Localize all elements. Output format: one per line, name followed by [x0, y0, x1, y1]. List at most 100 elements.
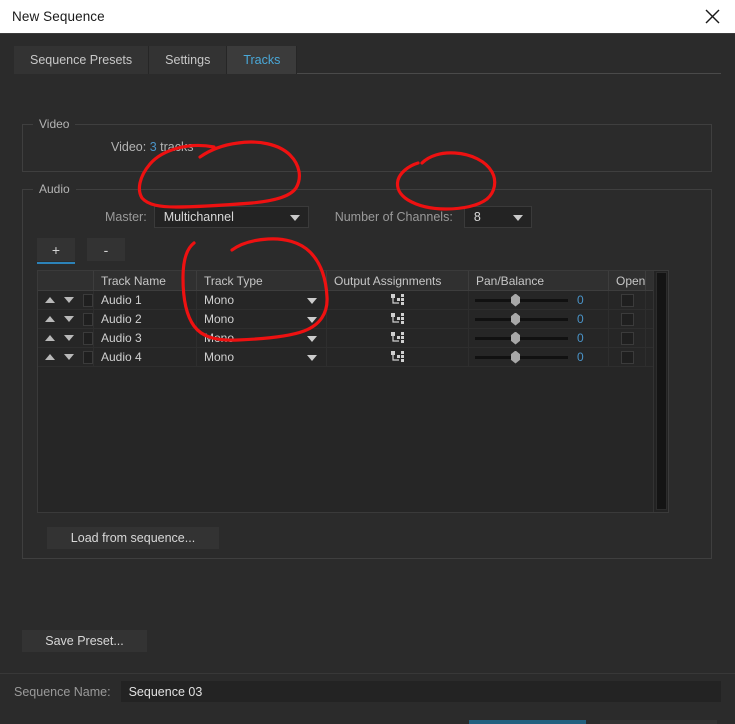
- tab-settings[interactable]: Settings: [149, 46, 228, 74]
- remove-track-button[interactable]: -: [87, 238, 125, 261]
- move-down-icon[interactable]: [64, 335, 74, 341]
- number-of-channels-dropdown[interactable]: 8: [463, 206, 532, 228]
- number-of-channels-label: Number of Channels:: [334, 210, 453, 224]
- cell-output-assignments[interactable]: [327, 328, 469, 348]
- close-button[interactable]: [689, 0, 735, 33]
- row-checkbox[interactable]: [83, 312, 93, 326]
- cell-open[interactable]: [609, 309, 646, 329]
- cell-track-name[interactable]: Audio 3: [94, 328, 197, 348]
- routing-icon: [390, 350, 404, 362]
- cancel-button[interactable]: Cancel: [600, 720, 717, 724]
- table-row[interactable]: Audio 3 Mono 0: [38, 328, 653, 348]
- chevron-down-icon: [307, 355, 317, 361]
- pan-slider-thumb[interactable]: [511, 350, 520, 364]
- open-checkbox[interactable]: [620, 350, 634, 364]
- move-up-icon[interactable]: [45, 335, 55, 341]
- routing-icon: [390, 293, 404, 305]
- move-down-icon[interactable]: [64, 297, 74, 303]
- video-tracks-label: Video:: [111, 140, 147, 154]
- cell-track-name[interactable]: Audio 1: [94, 290, 197, 310]
- sequence-name-input[interactable]: [120, 681, 721, 702]
- master-label: Master:: [105, 210, 147, 224]
- cell-track-type[interactable]: Mono: [197, 328, 327, 348]
- tab-bar: Sequence Presets Settings Tracks: [14, 46, 721, 74]
- pan-slider-thumb[interactable]: [511, 293, 520, 307]
- column-header-track-name: Track Name: [94, 270, 197, 291]
- pan-slider-track: [475, 298, 568, 302]
- load-from-sequence-button[interactable]: Load from sequence...: [47, 527, 219, 549]
- cell-track-type-value: Mono: [204, 331, 235, 345]
- chevron-down-icon: [289, 215, 300, 221]
- routing-icon: [390, 312, 404, 324]
- cell-output-assignments[interactable]: [327, 309, 469, 329]
- cell-end: [646, 291, 653, 310]
- cell-open[interactable]: [609, 290, 646, 310]
- window-title: New Sequence: [12, 9, 105, 24]
- move-up-icon[interactable]: [45, 297, 55, 303]
- new-sequence-dialog: New Sequence Sequence Presets Settings T…: [0, 0, 735, 724]
- cell-output-assignments[interactable]: [327, 290, 469, 310]
- title-bar: New Sequence: [0, 0, 735, 33]
- ok-button[interactable]: OK: [469, 720, 586, 724]
- cell-pan-balance[interactable]: 0: [469, 328, 609, 348]
- pan-slider-track: [475, 317, 568, 321]
- move-up-icon[interactable]: [45, 316, 55, 322]
- cell-track-type-value: Mono: [204, 312, 235, 326]
- table-row[interactable]: Audio 4 Mono 0: [38, 347, 653, 367]
- row-controls: [38, 328, 94, 348]
- tab-tracks[interactable]: Tracks: [227, 46, 298, 74]
- row-controls: [38, 309, 94, 329]
- tab-sequence-presets[interactable]: Sequence Presets: [14, 46, 150, 74]
- move-down-icon[interactable]: [64, 316, 74, 322]
- table-row[interactable]: Audio 2 Mono 0: [38, 309, 653, 329]
- pan-slider-track: [475, 355, 568, 359]
- open-checkbox[interactable]: [620, 293, 634, 307]
- table-header-row: Track Name Track Type Output Assignments…: [38, 270, 653, 291]
- chevron-down-icon: [307, 336, 317, 342]
- pan-value[interactable]: 0: [577, 348, 584, 367]
- row-checkbox[interactable]: [83, 350, 93, 364]
- table-row[interactable]: Audio 1 Mono 0: [38, 290, 653, 310]
- video-group-legend: Video: [33, 117, 76, 131]
- save-preset-button[interactable]: Save Preset...: [22, 630, 147, 652]
- pan-value[interactable]: 0: [577, 329, 584, 348]
- move-down-icon[interactable]: [64, 354, 74, 360]
- dialog-body: Sequence Presets Settings Tracks Video V…: [0, 33, 735, 724]
- cell-end: [646, 329, 653, 348]
- video-tracks-row: Video: 3 tracks: [111, 140, 193, 154]
- open-checkbox[interactable]: [620, 312, 634, 326]
- cell-open[interactable]: [609, 328, 646, 348]
- cell-pan-balance[interactable]: 0: [469, 290, 609, 310]
- add-track-button[interactable]: +: [37, 238, 75, 264]
- column-header-output-assignments: Output Assignments: [327, 270, 469, 291]
- pan-value[interactable]: 0: [577, 310, 584, 329]
- column-header-controls: [38, 270, 94, 291]
- pan-value[interactable]: 0: [577, 291, 584, 310]
- row-checkbox[interactable]: [83, 331, 93, 345]
- cell-track-name[interactable]: Audio 2: [94, 309, 197, 329]
- cell-pan-balance[interactable]: 0: [469, 347, 609, 367]
- cell-track-type[interactable]: Mono: [197, 347, 327, 367]
- cell-track-type[interactable]: Mono: [197, 290, 327, 310]
- move-up-icon[interactable]: [45, 354, 55, 360]
- pan-slider-thumb[interactable]: [511, 312, 520, 326]
- close-icon: [705, 9, 719, 24]
- row-checkbox[interactable]: [83, 293, 93, 307]
- table-scrollbar-thumb[interactable]: [656, 272, 667, 510]
- dialog-footer: OK Cancel: [0, 709, 735, 724]
- cell-output-assignments[interactable]: [327, 347, 469, 367]
- table-scrollbar[interactable]: [653, 271, 668, 512]
- video-tracks-value[interactable]: 3: [150, 140, 157, 154]
- sequence-name-bar: Sequence Name:: [0, 673, 735, 709]
- cell-end: [646, 348, 653, 367]
- pan-slider-thumb[interactable]: [511, 331, 520, 345]
- cell-end: [646, 310, 653, 329]
- chevron-down-icon: [512, 215, 523, 221]
- cell-open[interactable]: [609, 347, 646, 367]
- cell-track-type[interactable]: Mono: [197, 309, 327, 329]
- cell-track-name[interactable]: Audio 4: [94, 347, 197, 367]
- cell-pan-balance[interactable]: 0: [469, 309, 609, 329]
- master-dropdown[interactable]: Multichannel: [153, 206, 309, 228]
- open-checkbox[interactable]: [620, 331, 634, 345]
- cell-track-type-value: Mono: [204, 350, 235, 364]
